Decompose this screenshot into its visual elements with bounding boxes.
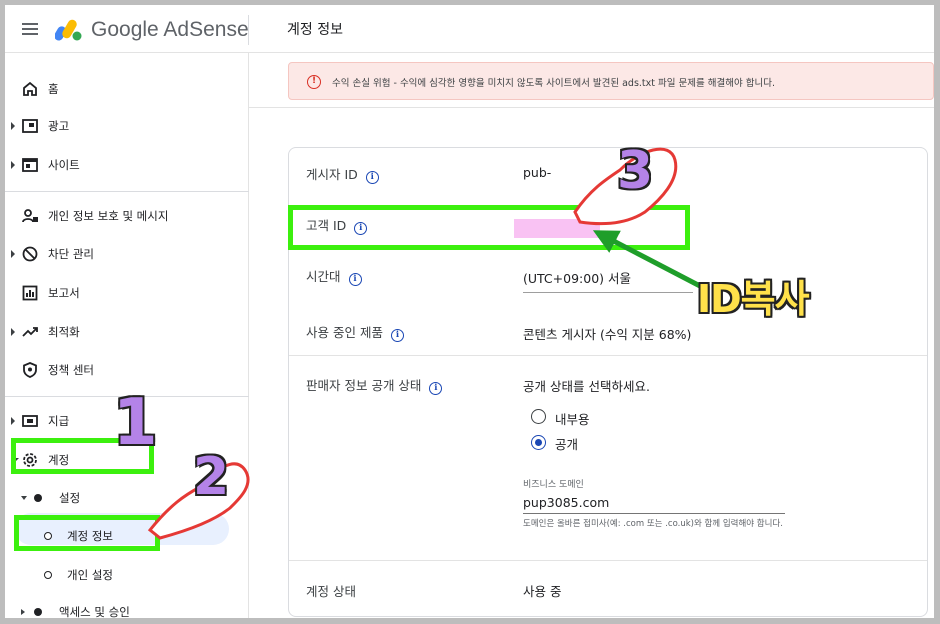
info-icon[interactable]: i xyxy=(390,329,404,342)
page-title: 계정 정보 xyxy=(287,22,343,38)
sidebar-item-label: 지급 xyxy=(48,414,70,428)
step-number-1: 1 xyxy=(113,386,158,460)
error-icon: ! xyxy=(307,75,321,89)
products-label-text: 사용 중인 제품 xyxy=(306,325,383,340)
top-app-bar: Google AdSense 계정 정보 xyxy=(5,5,934,53)
sidebar-item-label: 홈 xyxy=(48,82,59,96)
bullet-icon xyxy=(34,608,42,616)
info-icon[interactable]: i xyxy=(348,273,362,286)
info-icon[interactable]: i xyxy=(365,171,379,184)
payments-icon xyxy=(22,415,38,427)
business-domain-input[interactable]: pup3085.com xyxy=(523,495,609,510)
sidebar-item-label: 정책 센터 xyxy=(48,363,94,377)
privacy-messaging-icon xyxy=(22,209,38,223)
disclosure-label: 판매자 정보 공개 상태 i xyxy=(306,375,443,395)
card-divider xyxy=(289,355,927,356)
sites-icon xyxy=(22,158,38,172)
highlight-account-info xyxy=(14,515,160,551)
radio-internal-label[interactable]: 내부용 xyxy=(555,409,590,428)
publisher-id-label-text: 게시자 ID xyxy=(306,167,358,182)
expand-arrow-icon[interactable] xyxy=(11,250,15,258)
expand-arrow-icon[interactable] xyxy=(21,609,25,615)
alert-text: 수익 손실 위험 - 수익에 심각한 영향을 미치지 않도록 사이트에서 발견된… xyxy=(332,78,775,89)
ads-txt-alert-banner: ! 수익 손실 위험 - 수익에 심각한 영향을 미치지 않도록 사이트에서 발… xyxy=(288,62,934,100)
sidebar-item-reports[interactable]: 보고서 xyxy=(5,278,249,308)
business-domain-underline xyxy=(523,513,785,514)
block-icon xyxy=(22,246,38,262)
account-status-label: 계정 상태 xyxy=(306,584,356,599)
timezone-label-text: 시간대 xyxy=(306,269,341,284)
sidebar-item-block-controls[interactable]: 차단 관리 xyxy=(5,239,249,269)
sidebar-item-policy-center[interactable]: 정책 센터 xyxy=(5,355,249,385)
business-domain-helper: 도메인은 올바른 접미사(예: .com 또는 .co.uk)와 함께 입력해야… xyxy=(523,519,783,529)
card-divider xyxy=(289,560,927,561)
bullet-icon xyxy=(34,494,42,502)
sidebar-item-label: 광고 xyxy=(48,119,70,133)
radio-public[interactable] xyxy=(531,435,546,450)
content-divider xyxy=(249,107,934,108)
adsense-logo-icon xyxy=(55,19,82,41)
sidebar-item-privacy-messaging[interactable]: 개인 정보 보호 및 메시지 xyxy=(5,201,249,231)
sidebar-item-label: 최적화 xyxy=(48,325,80,339)
radio-internal[interactable] xyxy=(531,409,546,424)
sidebar-item-settings[interactable]: 설정 xyxy=(21,483,221,513)
highlight-customer-id xyxy=(288,205,690,250)
step-number-2: 2 xyxy=(193,447,230,507)
header-divider xyxy=(248,15,249,45)
home-icon xyxy=(23,81,37,96)
expand-arrow-icon[interactable] xyxy=(11,161,15,169)
sidebar-item-label: 설정 xyxy=(59,491,81,505)
sidebar-item-label: 개인 설정 xyxy=(67,568,113,582)
sidebar-divider xyxy=(5,191,249,192)
reports-icon xyxy=(22,285,38,301)
business-domain-label: 비즈니스 도메인 xyxy=(523,480,584,490)
products-value: 콘텐츠 게시자 (수익 지분 68%) xyxy=(523,327,692,342)
publisher-id-value[interactable]: pub- xyxy=(523,165,551,180)
account-status-value: 사용 중 xyxy=(523,584,562,599)
radio-public-label[interactable]: 공개 xyxy=(555,434,578,453)
sidebar-item-label: 보고서 xyxy=(48,286,80,300)
disclosure-label-text: 판매자 정보 공개 상태 xyxy=(306,378,422,393)
sidebar-item-ads[interactable]: 광고 xyxy=(5,111,249,141)
products-label: 사용 중인 제품 i xyxy=(306,322,404,342)
sidebar-item-home[interactable]: 홈 xyxy=(5,74,249,104)
publisher-id-label: 게시자 ID i xyxy=(306,164,379,184)
timezone-underline xyxy=(523,292,693,293)
trending-icon xyxy=(22,327,38,337)
expand-arrow-icon[interactable] xyxy=(11,328,15,336)
ads-icon xyxy=(22,119,38,133)
sidebar-item-label: 개인 정보 보호 및 메시지 xyxy=(48,209,169,223)
sidebar-item-label: 사이트 xyxy=(48,158,80,172)
sidebar-item-label: 차단 관리 xyxy=(48,247,94,261)
hamburger-menu-icon[interactable] xyxy=(22,23,38,35)
sidebar-item-label: 액세스 및 승인 xyxy=(59,605,130,618)
sidebar-item-optimization[interactable]: 최적화 xyxy=(5,317,249,347)
sidebar-item-sites[interactable]: 사이트 xyxy=(5,150,249,180)
timezone-value[interactable]: (UTC+09:00) 서울 xyxy=(523,268,631,287)
step-number-3: 3 xyxy=(617,141,654,201)
sidebar-item-personal-settings[interactable]: 개인 설정 xyxy=(39,560,219,590)
expand-arrow-icon[interactable] xyxy=(11,122,15,130)
policy-shield-icon xyxy=(23,362,37,378)
bullet-icon xyxy=(44,571,52,579)
copy-id-label: ID복사 xyxy=(697,277,810,321)
sidebar-item-access-auth[interactable]: 액세스 및 승인 xyxy=(21,597,221,618)
timezone-label: 시간대 i xyxy=(306,266,362,286)
brand-name[interactable]: Google AdSense xyxy=(91,18,249,42)
expand-arrow-icon[interactable] xyxy=(11,417,15,425)
info-icon[interactable]: i xyxy=(429,382,443,395)
collapse-arrow-icon[interactable] xyxy=(21,496,27,500)
disclosure-prompt: 공개 상태를 선택하세요. xyxy=(523,379,650,394)
